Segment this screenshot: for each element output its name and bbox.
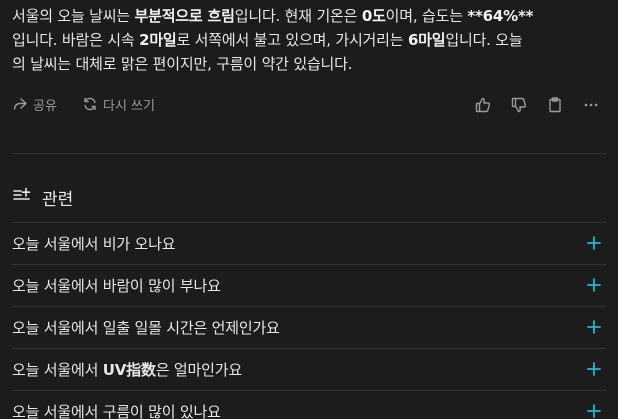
answer-text: 서울의 오늘 날씨는 부분적으로 흐림입니다. 현재 기온은 0도이며, 습도는… xyxy=(12,4,606,76)
answer-text-span: 입니다. 현재 기온은 xyxy=(234,7,362,25)
answer-bold-temperature: 0도 xyxy=(361,7,386,25)
answer-text-span: 서울의 오늘 날씨는 xyxy=(12,7,135,25)
related-list-icon xyxy=(12,185,32,209)
clipboard-icon[interactable] xyxy=(546,96,564,114)
answer-text-span: 이며, 습도는 xyxy=(385,7,468,25)
answer-bold-humidity: **64%** xyxy=(467,7,534,25)
answer-text-span: 로 서쪽에서 불고 있으며, 가시거리는 xyxy=(176,31,408,49)
related-item[interactable]: 오늘 서울에서 비가 오나요 xyxy=(12,222,606,264)
related-header: 관련 xyxy=(12,185,74,210)
related-item-label: 오늘 서울에서 일출 일몰 시간은 언제인가요 xyxy=(12,319,280,337)
answer-bold-visibility: 6마일 xyxy=(407,31,446,49)
plus-icon[interactable] xyxy=(586,277,602,293)
share-button[interactable]: 공유 xyxy=(12,94,57,114)
rewrite-icon xyxy=(82,96,98,112)
answer-line-2: 입니다. 바람은 시속 2마일로 서쪽에서 불고 있으며, 가시거리는 6마일입… xyxy=(12,28,606,52)
answer-page: 서울의 오늘 날씨는 부분적으로 흐림입니다. 현재 기온은 0도이며, 습도는… xyxy=(0,0,618,419)
related-item[interactable]: 오늘 서울에서 일출 일몰 시간은 언제인가요 xyxy=(12,306,606,348)
plus-icon[interactable] xyxy=(586,403,602,419)
more-options-icon[interactable] xyxy=(582,96,600,114)
related-item[interactable]: 오늘 서울에서 구름이 많이 있나요 xyxy=(12,390,606,419)
rewrite-button[interactable]: 다시 쓰기 xyxy=(82,94,155,114)
related-item-label: 오늘 서울에서 UV指数은 얼마인가요 xyxy=(12,359,242,380)
answer-text-span: 입니다. 오늘 xyxy=(445,31,523,49)
related-item-label: 오늘 서울에서 비가 오나요 xyxy=(12,235,176,253)
plus-icon[interactable] xyxy=(586,361,602,377)
answer-text-span: 입니다. 바람은 시속 xyxy=(12,31,140,49)
related-item-label: 오늘 서울에서 바람이 많이 부나요 xyxy=(12,277,221,295)
related-item[interactable]: 오늘 서울에서 UV指数은 얼마인가요 xyxy=(12,348,606,390)
answer-line-1: 서울의 오늘 날씨는 부분적으로 흐림입니다. 현재 기온은 0도이며, 습도는… xyxy=(12,4,606,28)
thumbs-up-icon[interactable] xyxy=(474,96,492,114)
related-item[interactable]: 오늘 서울에서 바람이 많이 부나요 xyxy=(12,264,606,306)
plus-icon[interactable] xyxy=(586,235,602,251)
plus-icon[interactable] xyxy=(586,319,602,335)
share-label: 공유 xyxy=(33,98,57,114)
share-icon xyxy=(12,96,28,112)
related-item-label-bold: UV指数 xyxy=(102,361,156,379)
related-item-label-part: 오늘 서울에서 xyxy=(12,361,103,379)
related-item-label: 오늘 서울에서 구름이 많이 있나요 xyxy=(12,403,221,419)
related-item-label-part: 은 얼마인가요 xyxy=(155,361,242,379)
answer-toolbar: 공유 다시 쓰기 xyxy=(12,94,606,116)
related-title: 관련 xyxy=(42,189,74,210)
answer-bold-condition: 부분적으로 흐림 xyxy=(134,7,235,25)
section-divider xyxy=(12,153,606,154)
thumbs-down-icon[interactable] xyxy=(510,96,528,114)
answer-line-3: 의 날씨는 대체로 맑은 편이지만, 구름이 약간 있습니다. xyxy=(12,55,353,73)
answer-bold-wind: 2마일 xyxy=(139,31,177,49)
rewrite-label: 다시 쓰기 xyxy=(103,98,155,114)
related-list: 오늘 서울에서 비가 오나요 오늘 서울에서 바람이 많이 부나요 오늘 서울에… xyxy=(12,222,606,419)
